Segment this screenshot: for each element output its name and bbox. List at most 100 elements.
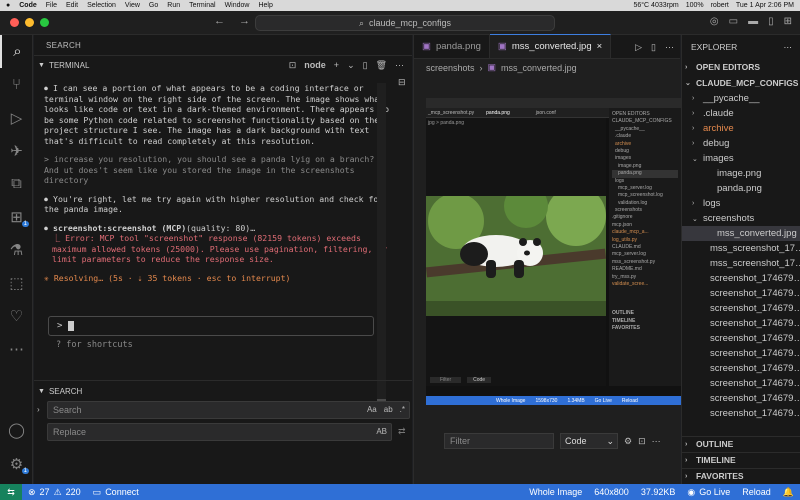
timeline-section[interactable]: › TIMELINE [682, 452, 800, 467]
search-section-header[interactable]: ▼ SEARCH [34, 381, 412, 401]
problems-indicator[interactable]: ⊗ 27 ⚠ 220 [22, 487, 87, 498]
preserve-case-toggle[interactable]: AB [376, 424, 387, 440]
database-icon[interactable]: ⬚ [0, 266, 33, 299]
layout-sidebar-icon[interactable]: ▭ [729, 16, 738, 27]
image-mode[interactable]: Whole Image [523, 487, 588, 498]
terminal-shell-name[interactable]: node [304, 60, 326, 71]
forward-arrow-icon[interactable]: → [239, 15, 250, 27]
account-icon[interactable]: ◯ [0, 413, 33, 446]
breadcrumb-folder[interactable]: screenshots [426, 63, 475, 73]
tab-mss-converted-jpg[interactable]: ▣ mss_converted.jpg × [489, 34, 612, 58]
file-item[interactable]: panda.png [682, 181, 800, 196]
close-window-button[interactable] [10, 18, 19, 27]
remote-explorer-icon[interactable]: ⧉ [0, 167, 33, 200]
menu-run[interactable]: Run [167, 2, 180, 9]
menu-terminal[interactable]: Terminal [189, 2, 215, 9]
run-icon[interactable]: ▷ [635, 42, 642, 53]
close-tab-icon[interactable]: × [597, 41, 603, 52]
replace-all-icon[interactable]: ⇄ [398, 426, 406, 437]
menu-go[interactable]: Go [149, 2, 158, 9]
file-item[interactable]: screenshot_174679… [682, 391, 800, 406]
file-item[interactable]: screenshot_174679… [682, 316, 800, 331]
file-item[interactable]: screenshot_174679… [682, 346, 800, 361]
file-item[interactable]: screenshot_174679… [682, 331, 800, 346]
toggle-replace-icon[interactable]: › [37, 405, 40, 414]
file-item[interactable]: screenshot_174679… [682, 271, 800, 286]
dropdown-icon[interactable]: ⌄ [347, 60, 355, 71]
new-terminal-icon[interactable]: + [334, 60, 339, 71]
apple-icon[interactable]: ● [6, 2, 10, 9]
lock-icon[interactable]: ⊡ [638, 436, 646, 447]
layout-custom-icon[interactable]: ⊞ [784, 16, 792, 27]
chevron-down-icon[interactable]: ▼ [38, 62, 45, 69]
reload-button[interactable]: Reload [736, 487, 777, 498]
file-item[interactable]: screenshot_174679… [682, 376, 800, 391]
claude-prompt-input[interactable]: > [48, 316, 374, 336]
menu-selection[interactable]: Selection [87, 2, 116, 9]
more-icon[interactable]: ⋯ [0, 332, 33, 365]
folder-item[interactable]: › debug [682, 136, 800, 151]
folder-item[interactable]: › archive [682, 121, 800, 136]
maximize-panel-icon[interactable]: ⊟ [398, 77, 406, 88]
chevron-down-icon[interactable]: ▼ [38, 388, 45, 395]
replace-input[interactable]: Replace AB [47, 423, 392, 441]
source-control-icon[interactable]: ⑂ [0, 68, 33, 101]
file-item[interactable]: mss_screenshot_17… [682, 241, 800, 256]
layout-secondary-icon[interactable]: ▯ [768, 16, 774, 27]
menu-view[interactable]: View [125, 2, 140, 9]
more-actions-icon[interactable]: ⋯ [395, 60, 404, 71]
manage-gear-icon[interactable]: ⚙ 1 [0, 447, 33, 480]
folder-item[interactable]: › __pycache__ [682, 91, 800, 106]
extensions-icon[interactable]: ⊞ 1 [0, 200, 33, 233]
file-item[interactable]: screenshot_174679… [682, 406, 800, 421]
project-root[interactable]: ⌄ CLAUDE_MCP_CONFIGS [682, 75, 800, 91]
menu-file[interactable]: File [46, 2, 57, 9]
file-item[interactable]: mss_screenshot_17… [682, 256, 800, 271]
regex-toggle[interactable]: .* [400, 402, 405, 418]
file-item[interactable]: image.png [682, 166, 800, 181]
more-actions-icon[interactable]: ⋯ [784, 42, 800, 53]
run-debug-icon[interactable]: ▷ [0, 101, 33, 134]
open-editors-section[interactable]: › OPEN EDITORS [682, 59, 800, 75]
command-center-search[interactable]: ⌕ claude_mcp_configs [255, 15, 555, 31]
outline-section[interactable]: › OUTLINE [682, 436, 800, 451]
copilot-icon[interactable]: ◎ [710, 16, 719, 27]
heart-icon[interactable]: ♡ [0, 299, 33, 332]
menu-window[interactable]: Window [225, 2, 250, 9]
folder-item[interactable]: ⌄ screenshots [682, 211, 800, 226]
more-actions-icon[interactable]: ⋯ [665, 42, 674, 53]
notifications-bell-icon[interactable]: 🔔 [777, 487, 800, 498]
layout-panel-icon[interactable]: ▬ [748, 16, 758, 27]
folder-item[interactable]: ⌄ images [682, 151, 800, 166]
menu-edit[interactable]: Edit [66, 2, 78, 9]
minimize-window-button[interactable] [25, 18, 34, 27]
zoom-window-button[interactable] [40, 18, 49, 27]
breadcrumb-file[interactable]: mss_converted.jpg [501, 63, 577, 73]
search-input[interactable]: Search Aa ab .* [47, 401, 410, 419]
terminal-header[interactable]: ▼ TERMINAL ⊡ node + ⌄ ▯ 🗑 ⋯ [34, 55, 412, 75]
file-item[interactable]: screenshot_174679… [682, 361, 800, 376]
file-item[interactable]: mss_converted.jpg [682, 226, 800, 241]
file-item[interactable]: screenshot_174679… [682, 286, 800, 301]
favorites-section[interactable]: › FAVORITES [682, 468, 800, 483]
more-icon[interactable]: ⋯ [652, 436, 661, 447]
split-terminal-icon[interactable]: ▯ [363, 60, 368, 71]
go-live-button[interactable]: ◉ Go Live [681, 487, 736, 498]
back-arrow-icon[interactable]: ← [214, 15, 225, 27]
tab-panda-png[interactable]: ▣ panda.png [414, 34, 490, 58]
trash-icon[interactable]: 🗑 [376, 60, 387, 71]
remote-indicator[interactable]: ⇆ [0, 484, 22, 500]
terminal-scrollbar[interactable] [377, 83, 386, 413]
file-item[interactable]: screenshot_174679… [682, 301, 800, 316]
match-case-toggle[interactable]: Aa [367, 402, 377, 418]
testing-flask-icon[interactable]: ⚗ [0, 233, 33, 266]
code-select[interactable]: Code ⌄ [560, 433, 618, 449]
search-view-icon[interactable]: ⌕ [0, 35, 33, 68]
folder-item[interactable]: › logs [682, 196, 800, 211]
connect-button[interactable]: ▭ Connect [87, 487, 145, 498]
folder-item[interactable]: › .claude [682, 106, 800, 121]
menu-help[interactable]: Help [258, 2, 272, 9]
whole-word-toggle[interactable]: ab [384, 402, 393, 418]
settings-gear-icon[interactable]: ⚙ [624, 436, 632, 447]
filter-input[interactable]: Filter [444, 433, 554, 449]
